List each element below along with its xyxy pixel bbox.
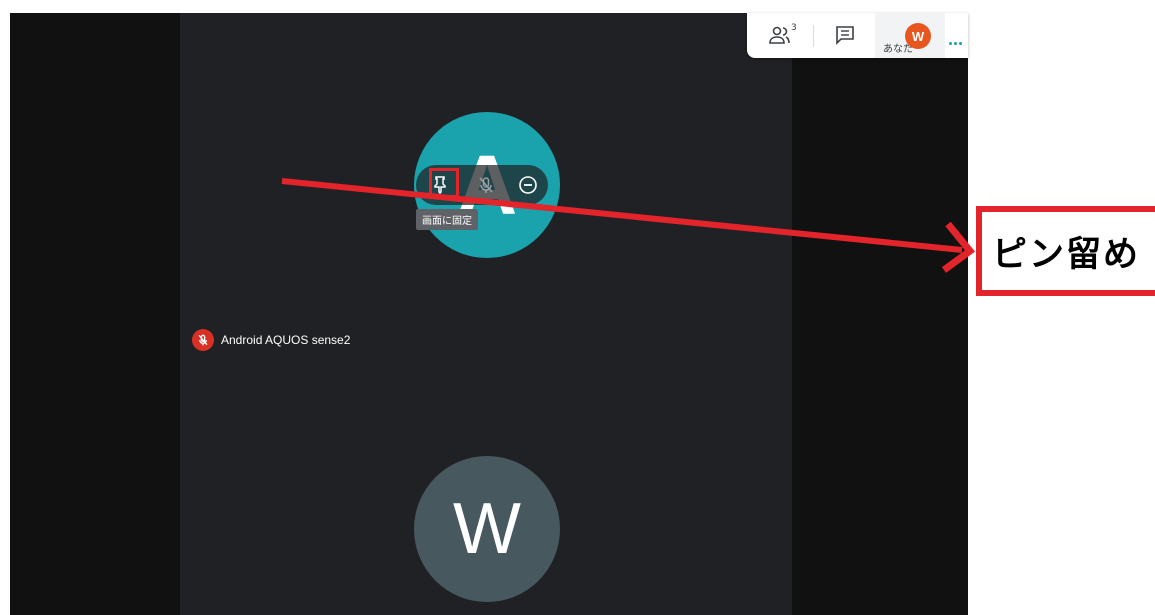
annotation-callout: ピン留め [976, 206, 1155, 296]
annotation-arrow [281, 178, 976, 273]
callout-label: ピン留め [992, 234, 1141, 275]
